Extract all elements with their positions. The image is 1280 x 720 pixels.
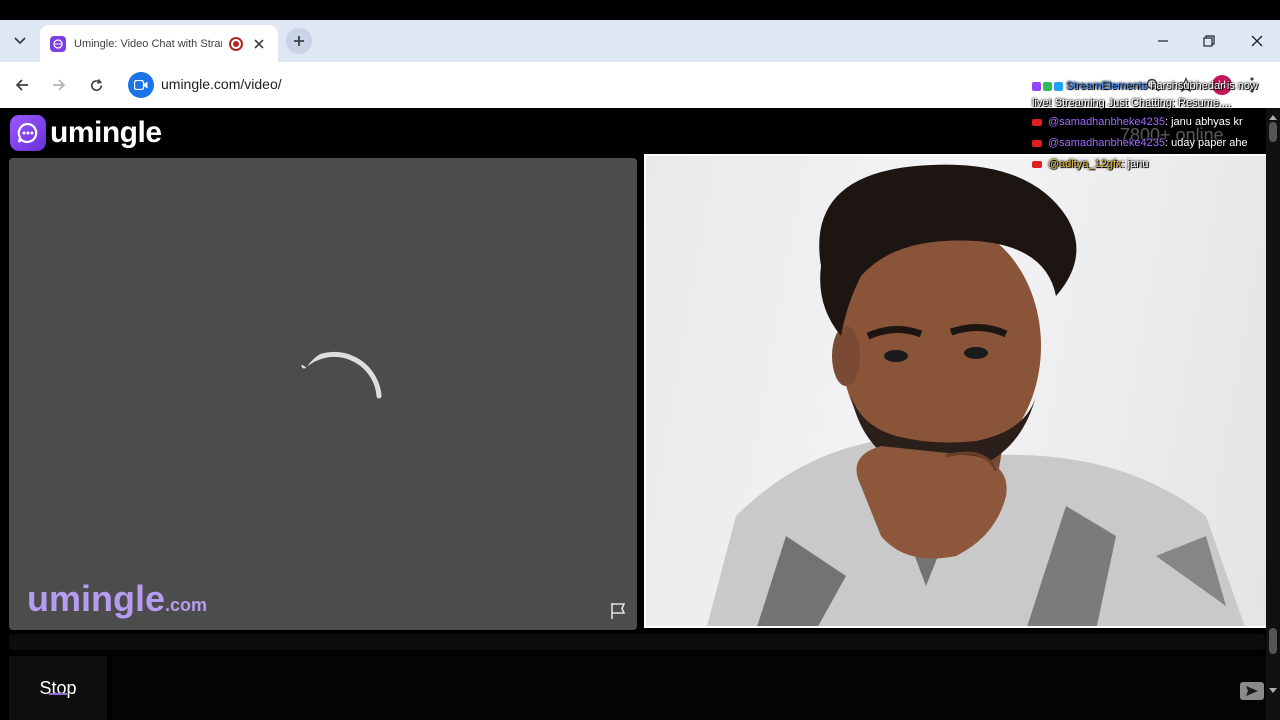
overlay-message-text: : janu abhyas kr bbox=[1164, 116, 1243, 128]
tab-close-button[interactable] bbox=[251, 36, 267, 52]
overlay-badges-icon bbox=[1032, 81, 1063, 91]
watermark-tld: .com bbox=[165, 595, 208, 615]
screen: Umingle: Video Chat with Strangers bbox=[0, 0, 1280, 720]
overlay-message-user: @samadhanbheke4235 bbox=[1048, 116, 1165, 128]
scroll-thumb-lower[interactable] bbox=[1269, 628, 1277, 654]
restore-icon bbox=[1203, 35, 1215, 47]
reload-icon bbox=[90, 78, 102, 91]
logo-text: umingle bbox=[50, 116, 162, 149]
reload-button[interactable] bbox=[84, 73, 108, 97]
recording-icon bbox=[229, 36, 243, 51]
youtube-icon bbox=[1032, 139, 1042, 147]
overlay-message: @samadhanbheke4235: uday paper ahe bbox=[1032, 133, 1272, 154]
self-camera-video bbox=[644, 154, 1272, 628]
youtube-icon bbox=[1032, 160, 1042, 168]
site-logo[interactable]: umingle bbox=[10, 115, 162, 151]
youtube-icon bbox=[1032, 118, 1042, 126]
minimize-icon bbox=[1158, 40, 1168, 42]
forward-button[interactable] bbox=[47, 73, 71, 97]
umingle-page: umingle umingle.com Stop bbox=[0, 108, 1280, 720]
overlay-message: @aditya_12gfx: janu bbox=[1032, 154, 1272, 175]
url-text: umingle.com/video/ bbox=[161, 76, 282, 92]
watermark-main: umingle bbox=[27, 578, 166, 619]
plus-icon bbox=[294, 36, 304, 46]
stop-button-label: Stop bbox=[39, 677, 77, 698]
tab-search-button[interactable] bbox=[6, 29, 34, 53]
umingle-favicon bbox=[50, 35, 66, 52]
minimize-button[interactable] bbox=[1150, 28, 1176, 54]
forward-icon bbox=[53, 79, 66, 91]
send-button[interactable] bbox=[1240, 682, 1264, 700]
overlay-message-text: : janu bbox=[1121, 158, 1149, 170]
stop-button[interactable]: Stop bbox=[9, 656, 107, 720]
send-icon bbox=[1246, 686, 1258, 696]
camera-person-image bbox=[707, 164, 1245, 626]
browser-tab[interactable]: Umingle: Video Chat with Strangers bbox=[40, 25, 278, 62]
flag-icon[interactable] bbox=[609, 601, 629, 621]
close-window-button[interactable] bbox=[1244, 28, 1270, 54]
umingle-watermark: umingle.com bbox=[27, 578, 207, 620]
overlay-announcer: StreamElements bbox=[1066, 80, 1148, 92]
divider-bar bbox=[9, 634, 1265, 650]
video-site-icon[interactable] bbox=[128, 72, 154, 98]
stream-chat-overlay: StreamElements harshsubhedar is now live… bbox=[1032, 78, 1272, 175]
stranger-video: umingle.com bbox=[9, 158, 637, 630]
back-icon bbox=[15, 79, 28, 91]
chevron-down-icon bbox=[14, 37, 26, 45]
overlay-message-user: @samadhanbheke4235 bbox=[1048, 137, 1165, 149]
chat-input[interactable] bbox=[112, 656, 1266, 720]
overlay-message-text: : uday paper ahe bbox=[1164, 137, 1248, 149]
overlay-announcement: StreamElements harshsubhedar is now live… bbox=[1032, 78, 1272, 112]
close-icon bbox=[254, 38, 264, 49]
stop-shortcut-hint bbox=[49, 693, 67, 695]
spinner-icon bbox=[301, 347, 382, 399]
close-icon bbox=[1251, 35, 1263, 47]
overlay-message-user: @aditya_12gfx bbox=[1048, 158, 1122, 170]
chat-bubble-icon bbox=[10, 115, 46, 151]
new-tab-button[interactable] bbox=[286, 28, 312, 54]
tab-strip: Umingle: Video Chat with Strangers bbox=[0, 20, 1280, 62]
restore-button[interactable] bbox=[1196, 28, 1222, 54]
back-button[interactable] bbox=[10, 73, 34, 97]
overlay-message: @samadhanbheke4235: janu abhyas kr bbox=[1032, 112, 1272, 133]
chevron-down-icon[interactable] bbox=[1268, 686, 1278, 696]
tab-title: Umingle: Video Chat with Strangers bbox=[74, 37, 222, 50]
